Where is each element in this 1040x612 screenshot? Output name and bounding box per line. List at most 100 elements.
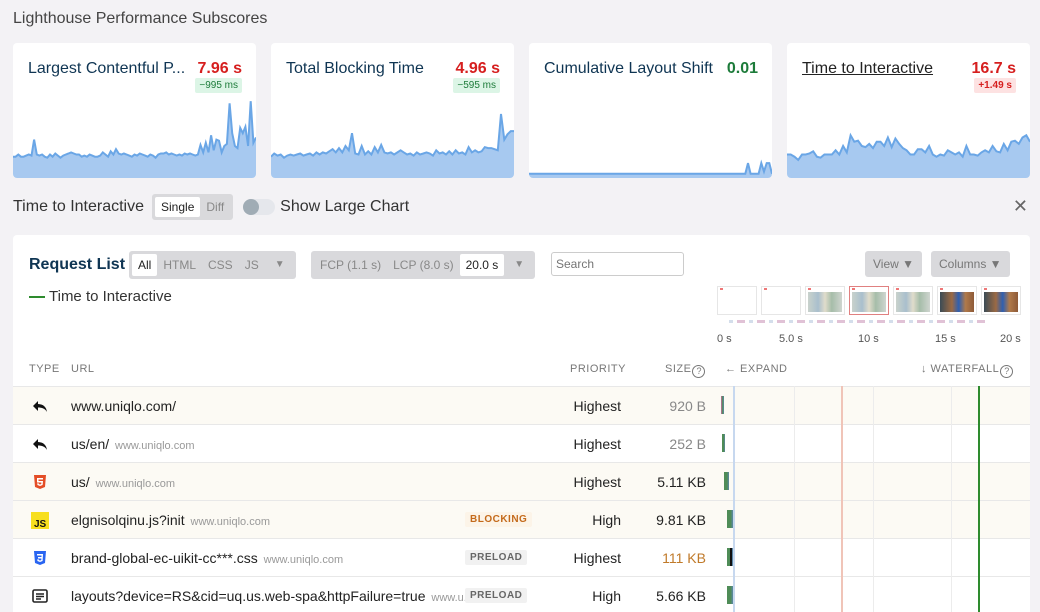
url-path: brand-global-ec-uikit-cc***.css [71,550,258,566]
request-url[interactable]: us/ www.uniqlo.com [71,474,175,490]
waterfall-bar[interactable] [722,434,725,452]
request-url[interactable]: elgnisolqinu.js?init www.uniqlo.com [71,512,270,528]
table-row[interactable]: us/en/ www.uniqlo.com Highest 252 B [13,424,1030,462]
chevron-down-icon[interactable]: ▼ [265,254,293,276]
filter-lcp[interactable]: LCP (8.0 s) [387,254,459,276]
filmstrip-frame[interactable] [893,286,933,315]
mode-toggle: Single Diff [152,194,234,220]
waterfall-bar[interactable] [727,510,733,528]
waterfall-bar[interactable] [721,396,724,414]
filter-html[interactable]: HTML [157,254,202,276]
col-url[interactable]: URL [71,363,95,375]
time-filter: FCP (1.1 s) LCP (8.0 s) 20.0 s ▼ [311,251,536,279]
tick-label: 15 s [935,333,956,345]
filter-js[interactable]: JS [239,254,265,276]
waterfall-bar[interactable] [727,586,733,604]
card-title: Largest Contentful P... [28,60,186,77]
size: 9.81 KB [656,512,706,528]
large-chart-toggle[interactable] [243,199,276,215]
filter-fcp[interactable]: FCP (1.1 s) [314,254,387,276]
size: 111 KB [662,550,706,566]
request-url[interactable]: us/en/ www.uniqlo.com [71,436,195,452]
view-button[interactable]: View ▼ [865,251,923,277]
card-lcp[interactable]: Largest Contentful P... 7.96 s −995 ms [13,43,256,178]
request-url[interactable]: www.uniqlo.com/ [71,398,176,414]
card-tti[interactable]: Time to Interactive 16.7 s +1.49 s [787,43,1030,178]
priority: High [592,588,621,604]
col-size[interactable]: SIZE? [665,363,706,378]
tick-label: 10 s [858,333,879,345]
table-row[interactable]: www.uniqlo.com/ Highest 920 B [13,386,1030,424]
filmstrip-frame[interactable] [717,286,757,315]
table-row[interactable]: layouts?device=RS&cid=uq.us.web-spa&http… [13,576,1030,612]
size: 5.66 KB [656,588,706,604]
redirect-icon [33,401,47,412]
filmstrip-frame[interactable] [849,286,889,315]
legend-label: Time to Interactive [49,288,172,305]
request-url[interactable]: layouts?device=RS&cid=uq.us.web-spa&http… [71,588,473,604]
toggle-knob [243,199,260,215]
url-host: www.uniqlo.com [115,440,195,452]
table-row[interactable]: us/ www.uniqlo.com Highest 5.11 KB [13,462,1030,500]
html5-icon [34,475,46,489]
card-cls[interactable]: Cumulative Layout Shift 0.01 [529,43,772,178]
size: 5.11 KB [657,474,706,490]
columns-button[interactable]: Columns ▼ [931,251,1010,277]
filter-css[interactable]: CSS [202,254,239,276]
help-icon[interactable]: ? [1000,365,1014,378]
preload-badge: PRELOAD [465,588,528,603]
close-icon[interactable]: ✕ [1013,196,1028,217]
filmstrip-frame[interactable] [761,286,801,315]
url-host: www.uniqlo.com [263,554,344,566]
waterfall-bar[interactable] [727,548,734,566]
expand-button[interactable]: ← EXPAND [725,363,787,375]
url-path: elgnisolqinu.js?init [71,512,185,528]
request-url[interactable]: brand-global-ec-uikit-cc***.css www.uniq… [71,550,343,566]
card-delta: +1.49 s [974,78,1016,93]
size: 920 B [669,398,706,414]
mode-single[interactable]: Single [155,197,201,217]
sparkline-area [529,163,772,178]
priority: High [592,512,621,528]
url-path: www.uniqlo.com/ [71,398,177,414]
col-waterfall[interactable]: ↓ WATERFALL? [921,363,1014,378]
tick-label: 0 s [717,333,732,345]
card-value: 4.96 s [455,60,500,77]
card-title: Total Blocking Time [286,60,424,77]
url-path: layouts?device=RS&cid=uq.us.web-spa&http… [71,588,426,604]
card-title: Cumulative Layout Shift [544,60,713,77]
waterfall-bar[interactable] [724,472,729,490]
filmstrip-frame[interactable] [981,286,1021,315]
tick-label: 5.0 s [779,333,803,345]
card-title[interactable]: Time to Interactive [802,60,933,78]
table-row[interactable]: brand-global-ec-uikit-cc***.css www.uniq… [13,538,1030,576]
url-host: www.uniqlo.com [190,516,271,528]
chevron-down-icon[interactable]: ▼ [504,254,532,276]
search-input[interactable] [551,252,684,276]
metric-label: Time to Interactive [13,198,145,215]
filter-all[interactable]: All [132,254,158,276]
card-value: 16.7 s [971,60,1016,77]
request-list-title: Request List [29,256,126,273]
request-list-panel: Request List All HTML CSS JS ▼ FCP (1.1 … [13,235,1030,612]
mode-diff[interactable]: Diff [200,197,230,217]
col-type[interactable]: TYPE [29,363,60,375]
filter-20s[interactable]: 20.0 s [459,254,505,276]
blocking-badge: BLOCKING [465,512,533,527]
sparkline [529,159,772,178]
col-priority[interactable]: PRIORITY [570,363,626,375]
card-delta: −995 ms [195,78,242,93]
help-icon[interactable]: ? [692,365,706,378]
table-row[interactable]: JS elgnisolqinu.js?init www.uniqlo.com B… [13,500,1030,538]
url-path: us/en/ [71,436,110,452]
preload-badge: PRELOAD [465,550,528,565]
waterfall-label: ↓ WATERFALL [921,363,1000,375]
card-tbt[interactable]: Total Blocking Time 4.96 s −595 ms [271,43,514,178]
subscore-cards: Largest Contentful P... 7.96 s −995 ms T… [13,43,1030,178]
filmstrip-frame[interactable] [937,286,977,315]
sparkline-area [787,135,1030,178]
svg-text:JS: JS [34,519,47,529]
filmstrip-frame[interactable] [805,286,845,315]
url-host: www.uniqlo.com [95,478,176,490]
priority: Highest [573,398,621,414]
